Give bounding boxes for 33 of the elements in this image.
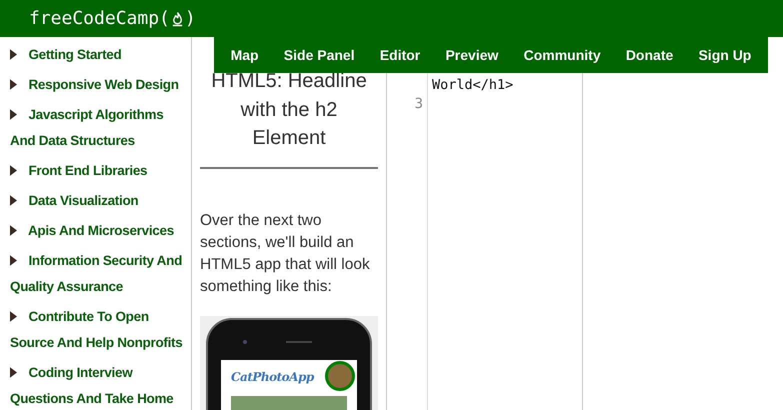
sidebar-item[interactable]: Information Security And Quality Assurance [10,248,191,300]
app-title: CatPhotoApp [231,370,314,384]
nav-link[interactable]: Preview [445,47,498,63]
logo[interactable]: freeCodeCamp( ) [29,8,196,29]
cat-photo-placeholder [325,360,355,390]
caret-icon [10,109,17,120]
line-number: 3 [414,96,423,112]
caret-icon [10,367,17,378]
sidebar-item[interactable]: Contribute To Open Source And Help Nonprofits [10,304,191,356]
caret-icon [10,225,17,236]
nav-link[interactable]: Community [524,47,601,63]
sidebar-item[interactable]: Front End Libraries [10,158,191,184]
sidebar-item[interactable]: Responsive Web Design [10,72,191,98]
challenge-description: Over the next two sections, we'll build an HTML5 app that will look something like this: [200,210,371,296]
nav-link[interactable]: Map [230,47,259,63]
sidebar-item[interactable]: Getting Started [10,42,191,68]
caret-icon [10,165,17,176]
caret-icon [10,79,17,90]
nav-link[interactable]: Side Panel [284,47,355,63]
caret-icon [10,311,17,322]
caret-icon [10,195,17,206]
nav-link[interactable]: Donate [626,47,674,63]
nav-link[interactable]: Sign Up [698,47,752,63]
challenge-title: HTML5: Headline with the h2 Element [210,69,368,151]
caret-icon [10,255,17,266]
nav-link[interactable]: Editor [380,47,420,63]
sidebar-item[interactable]: Apis And Microservices [10,218,191,244]
sidebar-item[interactable]: Data Visualization [10,188,191,214]
sidebar-item[interactable]: Coding Interview Questions And Take Home [10,360,191,410]
sidebar-item[interactable]: Javascript Algorithms And Data Structures [10,102,191,154]
flame-icon [170,10,184,28]
caret-icon [10,49,17,60]
code-line: World</h1> [432,76,514,92]
